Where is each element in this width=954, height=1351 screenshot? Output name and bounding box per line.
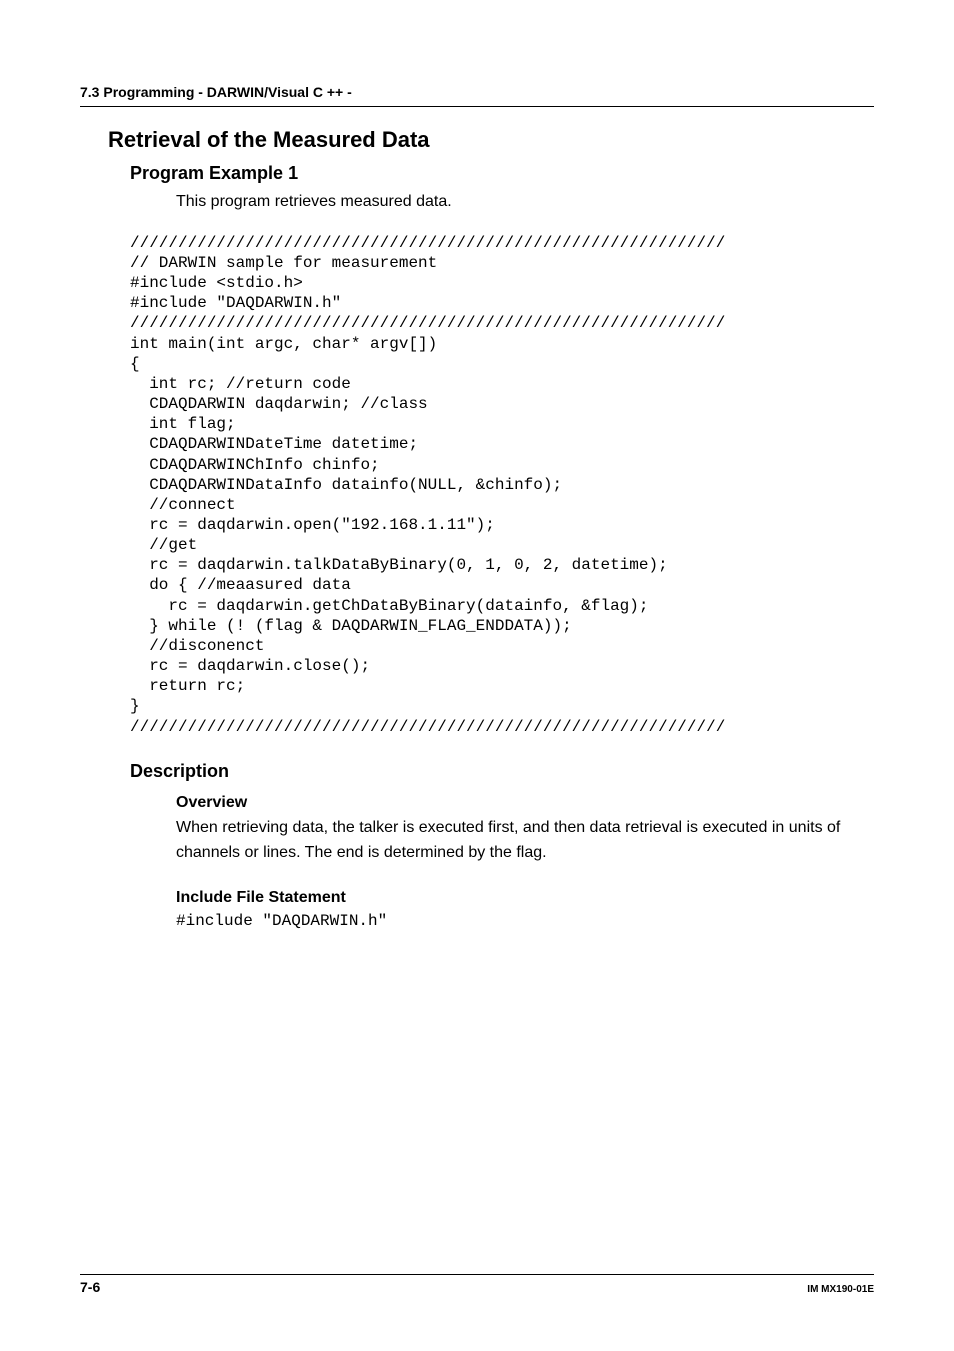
example-heading: Program Example 1 [130, 163, 874, 184]
example-intro: This program retrieves measured data. [176, 190, 874, 215]
include-heading: Include File Statement [176, 889, 874, 907]
page-title: Retrieval of the Measured Data [108, 127, 874, 153]
doc-id: IM MX190-01E [807, 1284, 874, 1295]
description-heading: Description [130, 761, 874, 782]
page-content: 7.3 Programming - DARWIN/Visual C ++ - R… [0, 0, 954, 932]
code-block: ////////////////////////////////////////… [130, 233, 874, 737]
section-header: 7.3 Programming - DARWIN/Visual C ++ - [80, 84, 874, 107]
overview-text: When retrieving data, the talker is exec… [176, 816, 874, 866]
overview-heading: Overview [176, 794, 874, 812]
page-footer: 7-6 IM MX190-01E [80, 1274, 874, 1295]
include-code: #include "DAQDARWIN.h" [176, 911, 874, 932]
page-number: 7-6 [80, 1279, 100, 1295]
